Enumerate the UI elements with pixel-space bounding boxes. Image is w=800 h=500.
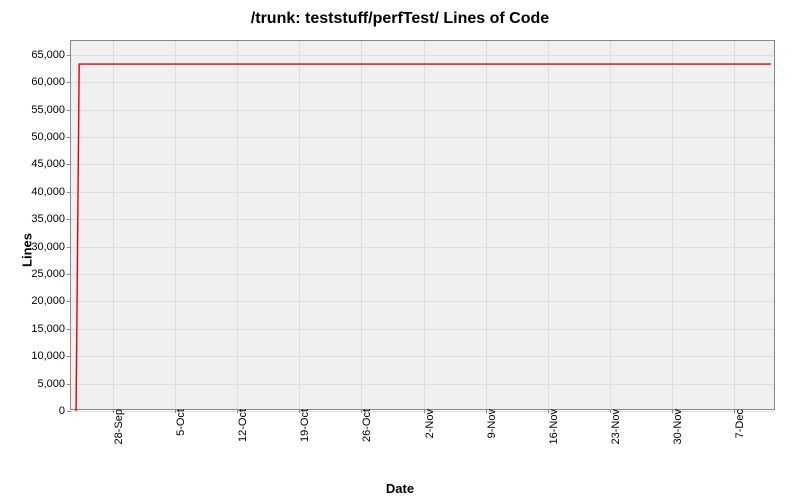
x-tick-label: 19-Oct	[287, 409, 311, 442]
y-tick-label: 40,000	[31, 186, 71, 198]
y-tick-label: 35,000	[31, 213, 71, 225]
y-tick-label: 10,000	[31, 350, 71, 362]
x-tick-label: 28-Sep	[101, 409, 125, 444]
data-line	[71, 41, 776, 411]
y-tick-label: 60,000	[31, 76, 71, 88]
x-tick-label: 12-Oct	[225, 409, 249, 442]
y-tick-label: 20,000	[31, 295, 71, 307]
y-tick-label: 65,000	[31, 49, 71, 61]
x-tick-label: 7-Dec	[722, 409, 746, 438]
x-tick-label: 30-Nov	[660, 409, 684, 444]
plot-area: 05,00010,00015,00020,00025,00030,00035,0…	[70, 40, 775, 410]
x-tick-label: 26-Oct	[349, 409, 373, 442]
y-tick-label: 30,000	[31, 241, 71, 253]
x-tick-label: 9-Nov	[474, 409, 498, 438]
y-tick-label: 45,000	[31, 158, 71, 170]
y-tick-label: 25,000	[31, 268, 71, 280]
y-tick-label: 0	[59, 405, 71, 417]
x-tick-label: 2-Nov	[412, 409, 436, 438]
chart-title: /trunk: teststuff/perfTest/ Lines of Cod…	[0, 10, 800, 28]
y-tick-label: 15,000	[31, 323, 71, 335]
x-tick-label: 5-Oct	[163, 409, 187, 436]
x-axis-label: Date	[0, 481, 800, 496]
y-tick-label: 50,000	[31, 131, 71, 143]
x-tick-label: 23-Nov	[598, 409, 622, 444]
x-tick-label: 16-Nov	[536, 409, 560, 444]
y-tick-label: 55,000	[31, 104, 71, 116]
y-tick-label: 5,000	[37, 378, 71, 390]
